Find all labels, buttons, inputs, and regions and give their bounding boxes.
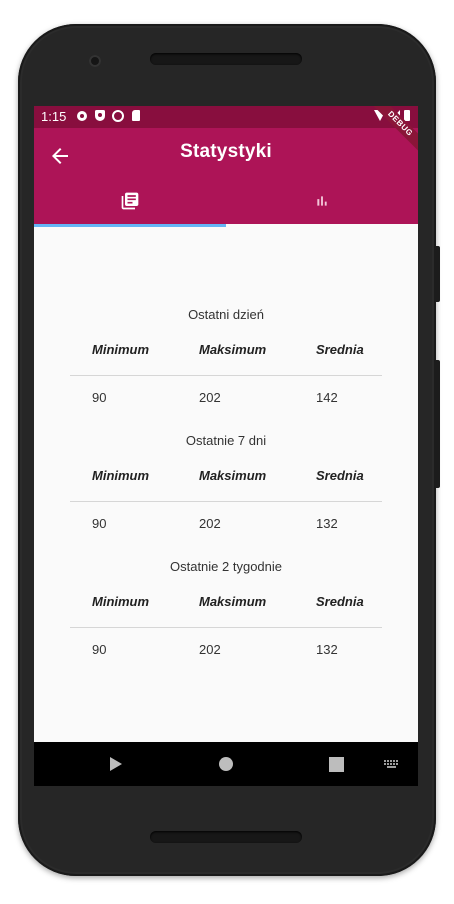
front-camera-icon — [89, 55, 101, 67]
status-time: 1:15 — [41, 109, 67, 124]
tab-indicator — [34, 224, 226, 227]
back-triangle-icon — [110, 757, 122, 771]
header-minimum: Minimum — [92, 594, 150, 609]
tab-bar — [34, 178, 418, 227]
value-maximum: 202 — [199, 516, 221, 531]
power-button — [434, 246, 440, 302]
library-books-icon — [121, 192, 139, 210]
recents-square-icon — [328, 756, 344, 772]
keyboard-icon — [384, 760, 398, 768]
header-maximum: Maksimum — [199, 468, 267, 483]
header-average: Srednia — [316, 468, 364, 483]
status-icons — [76, 110, 142, 122]
value-minimum: 90 — [92, 642, 107, 657]
top-speaker — [150, 53, 302, 65]
header-minimum: Minimum — [92, 342, 150, 357]
value-average: 132 — [316, 642, 338, 657]
value-average: 142 — [316, 390, 338, 405]
table-divider — [70, 501, 382, 502]
nav-recents-button[interactable] — [318, 742, 354, 786]
table-divider — [70, 375, 382, 376]
table-divider — [70, 627, 382, 628]
volume-button — [434, 360, 440, 488]
page-title: Statystyki — [180, 141, 272, 162]
gear-icon — [76, 110, 88, 122]
shield-icon — [94, 110, 106, 122]
tab-chart[interactable] — [226, 178, 418, 224]
value-minimum: 90 — [92, 390, 107, 405]
header-maximum: Maksimum — [199, 342, 267, 357]
header-average: Srednia — [316, 342, 364, 357]
value-minimum: 90 — [92, 516, 107, 531]
bottom-speaker — [150, 831, 302, 843]
section-title: Ostatni dzień — [188, 307, 264, 322]
device-screen: 1:15 Statystyki DEBUG Ostatni dzień Mini… — [34, 106, 418, 786]
sd-card-icon — [130, 110, 142, 122]
app-bar: Statystyki — [34, 128, 418, 227]
nav-home-button[interactable] — [208, 742, 244, 786]
home-circle-icon — [219, 757, 233, 771]
value-average: 132 — [316, 516, 338, 531]
battery-icon — [404, 110, 410, 121]
nav-back-button[interactable] — [98, 742, 134, 786]
bar-chart-icon — [317, 196, 327, 206]
system-nav-bar — [34, 742, 418, 786]
header-average: Srednia — [316, 594, 364, 609]
header-maximum: Maksimum — [199, 594, 267, 609]
value-maximum: 202 — [199, 642, 221, 657]
circle-icon — [112, 110, 124, 122]
header-minimum: Minimum — [92, 468, 150, 483]
tab-summary[interactable] — [34, 178, 226, 224]
value-maximum: 202 — [199, 390, 221, 405]
nav-keyboard-button[interactable] — [380, 742, 404, 786]
section-title: Ostatnie 2 tygodnie — [169, 559, 283, 574]
section-title: Ostatnie 7 dni — [185, 433, 267, 448]
status-bar: 1:15 — [34, 106, 418, 128]
